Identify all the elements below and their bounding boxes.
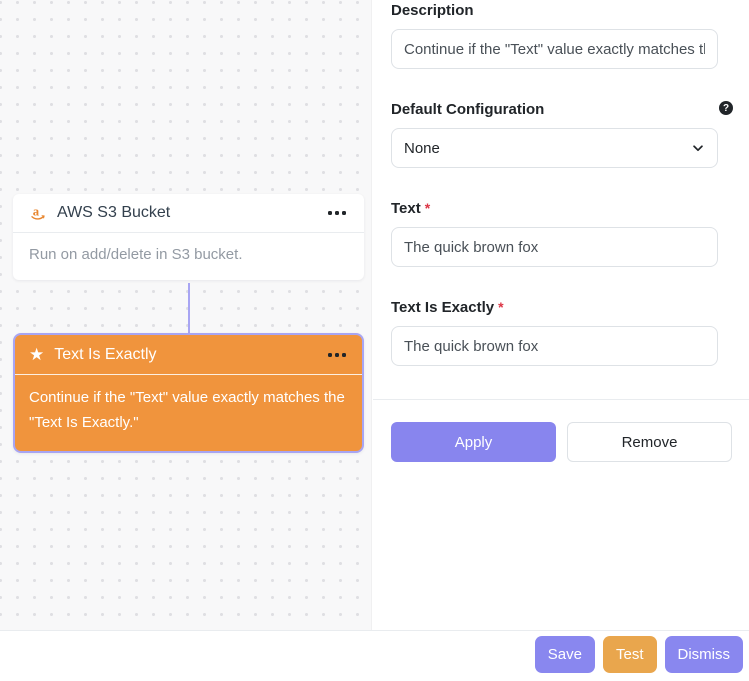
dismiss-button[interactable]: Dismiss	[664, 635, 743, 673]
required-asterisk: *	[424, 200, 431, 216]
node-description: Run on add/delete in S3 bucket.	[29, 246, 243, 263]
workflow-editor: a AWS S3 Bucket Run on add/delete in S3 …	[0, 0, 749, 681]
node-header: ★ Text Is Exactly	[15, 335, 362, 375]
star-icon: ★	[29, 345, 45, 364]
text-is-exactly-label: Text Is Exactly	[391, 299, 495, 316]
node-description: Continue if the "Text" value exactly mat…	[29, 389, 345, 431]
node-title: AWS S3 Bucket	[57, 204, 171, 221]
default-configuration-field-group: Default Configuration ? None	[391, 101, 733, 168]
node-aws-s3-bucket[interactable]: a AWS S3 Bucket Run on add/delete in S3 …	[13, 194, 364, 280]
apply-button[interactable]: Apply	[391, 422, 556, 462]
text-field-group: Text *	[391, 200, 733, 267]
description-field-group: Description	[391, 2, 733, 69]
ellipsis-menu-icon[interactable]	[326, 349, 348, 361]
default-configuration-label: Default Configuration	[391, 101, 545, 118]
required-asterisk: *	[498, 299, 504, 315]
panel-divider	[373, 399, 749, 400]
save-button[interactable]: Save	[534, 635, 595, 673]
chevron-down-icon	[693, 145, 703, 152]
svg-text:a: a	[33, 204, 40, 218]
amazon-a-icon: a	[31, 204, 45, 220]
description-input[interactable]	[391, 29, 718, 69]
text-input[interactable]	[391, 227, 718, 267]
text-label: Text	[391, 200, 421, 217]
description-label: Description	[391, 2, 474, 19]
selected-option: None	[404, 139, 440, 157]
properties-panel: Description Default Configuration ? None…	[373, 0, 749, 631]
remove-button[interactable]: Remove	[567, 422, 732, 462]
workflow-canvas[interactable]: a AWS S3 Bucket Run on add/delete in S3 …	[0, 0, 372, 631]
test-button[interactable]: Test	[602, 635, 657, 673]
text-is-exactly-field-group: Text Is Exactly *	[391, 299, 733, 366]
connector-line	[188, 283, 190, 333]
node-header: a AWS S3 Bucket	[13, 194, 364, 233]
help-icon[interactable]: ?	[719, 101, 733, 115]
bottom-action-bar: Save Test Dismiss	[0, 630, 749, 681]
ellipsis-menu-icon[interactable]	[326, 207, 348, 219]
node-text-is-exactly[interactable]: ★ Text Is Exactly Continue if the "Text"…	[13, 333, 364, 453]
node-title: Text Is Exactly	[54, 345, 157, 363]
text-is-exactly-input[interactable]	[391, 326, 718, 366]
default-configuration-select[interactable]: None	[391, 128, 718, 168]
